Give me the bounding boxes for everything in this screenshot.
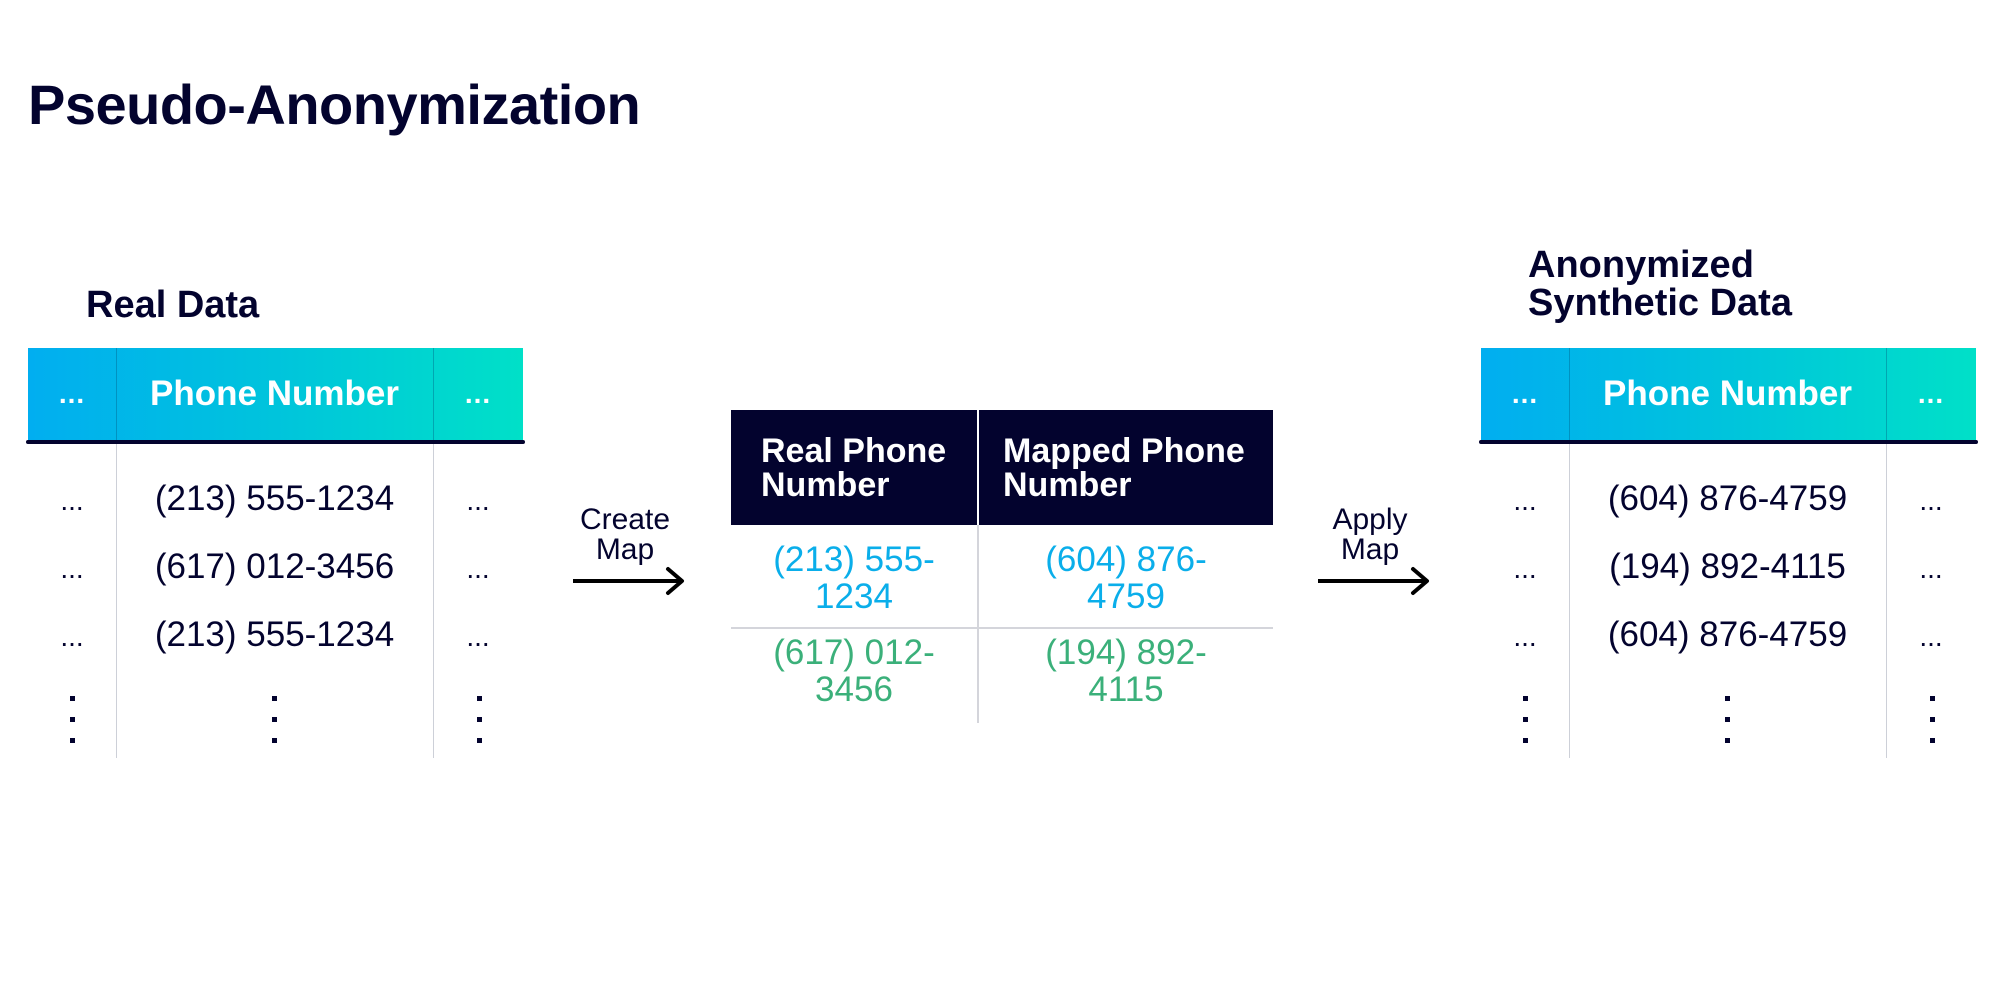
cell-ellipsis: ... xyxy=(60,485,84,516)
page-title: Pseudo-Anonymization xyxy=(28,73,641,136)
title-line: Synthetic Data xyxy=(1528,282,1792,324)
column-header-phone-number[interactable]: Phone Number xyxy=(116,348,433,440)
apply-map-label: Apply Map xyxy=(1305,505,1435,565)
cell-ellipsis: ... xyxy=(1513,621,1537,652)
cell-ellipsis: ... xyxy=(1919,553,1943,584)
cell-mapped-phone: (194) 892- 4115 xyxy=(1045,632,1207,709)
header-border xyxy=(1479,440,1978,444)
vertical-ellipsis-icon xyxy=(1522,696,1528,759)
cell-ellipsis: ... xyxy=(60,621,84,652)
column-header-ellipsis[interactable]: ... xyxy=(1886,348,1976,440)
arrow-right-icon xyxy=(1318,567,1429,595)
anonymized-data-title: Anonymized Synthetic Data xyxy=(1528,246,1948,322)
header-line: Number xyxy=(1003,465,1132,504)
column-header-ellipsis[interactable]: ... xyxy=(28,348,116,440)
cell-phone-number: (213) 555-1234 xyxy=(154,615,395,654)
vertical-ellipsis-icon xyxy=(1724,696,1730,759)
cell-phone-number: (213) 555-1234 xyxy=(154,479,395,518)
cell-ellipsis: ... xyxy=(466,553,490,584)
create-map-label-line2: Map xyxy=(595,533,655,566)
column-header-ellipsis[interactable]: ... xyxy=(1481,348,1569,440)
vertical-ellipsis-icon xyxy=(271,696,277,759)
cell-phone-number: (604) 876-4759 xyxy=(1607,479,1848,518)
cell-ellipsis: ... xyxy=(1513,553,1537,584)
cell-phone-number: (617) 012-3456 xyxy=(154,547,395,586)
create-map-label-line1: Create xyxy=(579,503,671,536)
arrow-right-icon xyxy=(573,567,684,595)
cell-phone-number: (194) 892-4115 xyxy=(1609,547,1846,586)
vertical-ellipsis-icon xyxy=(476,696,482,759)
vertical-ellipsis-icon xyxy=(69,696,75,759)
cell-ellipsis: ... xyxy=(1919,621,1943,652)
apply-map-label-line2: Map xyxy=(1340,533,1400,566)
column-header-real-phone-number[interactable]: Real Phone Number xyxy=(761,410,971,525)
real-data-table: ... Phone Number ... ... (213) 555-1234 … xyxy=(26,348,525,759)
cell-ellipsis: ... xyxy=(1513,485,1537,516)
header-divider xyxy=(977,410,979,525)
header-border xyxy=(26,440,525,444)
create-map-label: Create Map xyxy=(560,505,690,565)
vertical-ellipsis-icon xyxy=(1929,696,1935,759)
cell-mapped-phone: (604) 876- 4759 xyxy=(1045,539,1207,616)
column-header-ellipsis[interactable]: ... xyxy=(433,348,523,440)
cell-ellipsis: ... xyxy=(60,553,84,584)
header-line: Mapped Phone xyxy=(1003,431,1245,470)
cell-phone-number: (604) 876-4759 xyxy=(1607,615,1848,654)
column-header-mapped-phone-number[interactable]: Mapped Phone Number xyxy=(1003,410,1273,525)
cell-real-phone: (213) 555- 1234 xyxy=(773,539,935,616)
header-line: Number xyxy=(761,465,890,504)
header-line: Real Phone xyxy=(761,431,947,470)
cell-real-phone: (617) 012- 3456 xyxy=(773,632,935,709)
cell-ellipsis: ... xyxy=(466,621,490,652)
title-line: Anonymized xyxy=(1528,244,1754,286)
column-header-phone-number[interactable]: Phone Number xyxy=(1569,348,1886,440)
real-data-title: Real Data xyxy=(86,284,260,326)
cell-ellipsis: ... xyxy=(1919,485,1943,516)
anonymized-data-table: ... Phone Number ... ... (604) 876-4759 … xyxy=(1479,348,1978,759)
cell-ellipsis: ... xyxy=(466,485,490,516)
apply-map-label-line1: Apply xyxy=(1332,503,1408,536)
